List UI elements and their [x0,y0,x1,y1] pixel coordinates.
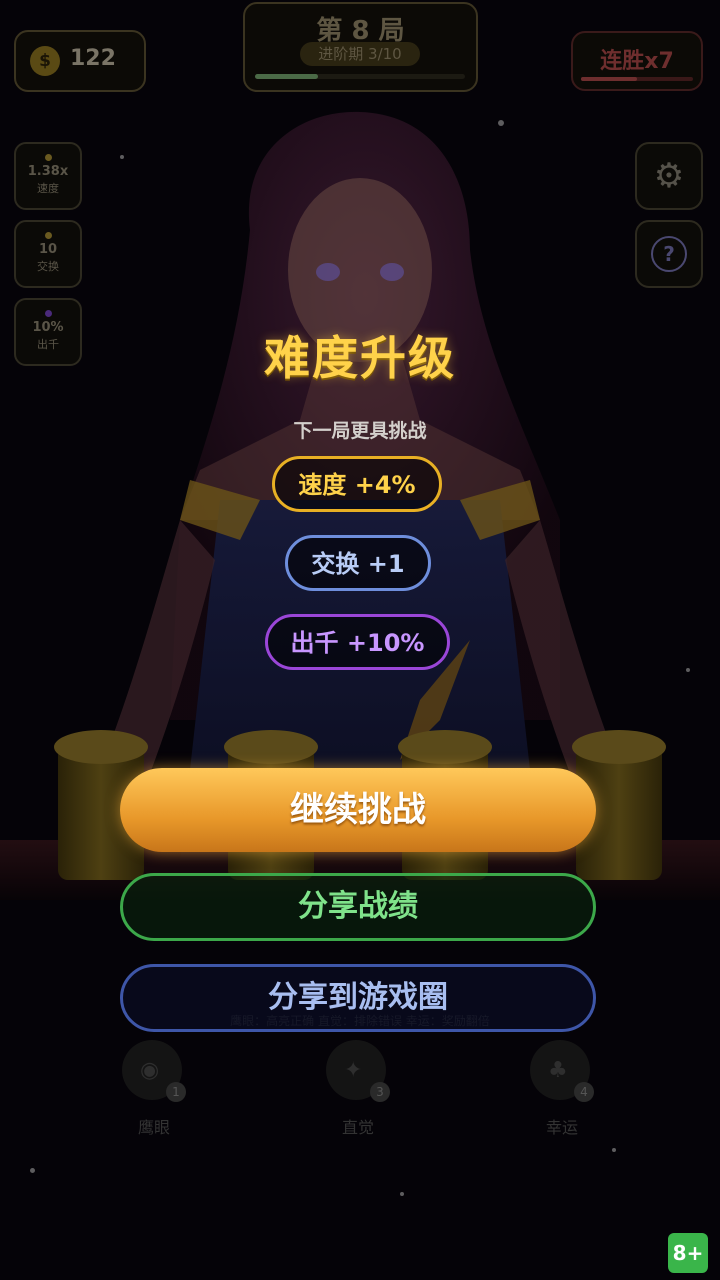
round-indicator: 第 8 局 进阶期 3/10 [243,2,478,92]
skill-count: 1 [166,1082,186,1102]
stat-label: 速度 [37,182,59,195]
star-decoration [30,1168,35,1173]
win-streak: 连胜x7 [571,31,703,91]
intuition-icon: ✦ [344,1058,363,1083]
stat-value: 1.38x [27,164,69,179]
star-decoration [612,1148,616,1152]
eye-icon: ◉ [140,1058,160,1083]
continue-challenge-button[interactable]: 继续挑战 [120,768,596,852]
swap-stat: 10 交换 [14,220,82,288]
skill-name: 鹰眼 [137,1118,170,1137]
share-to-game-circle-button[interactable]: 分享到游戏圈 [120,964,596,1032]
coin-counter: $ 122 [14,30,146,92]
help-button[interactable]: ? [635,220,703,288]
luck-icon: ♣ [548,1058,568,1083]
speed-increase-badge: 速度 +4% [272,456,442,512]
age-rating-badge: 8+ [668,1233,708,1273]
coin-icon: $ [30,46,60,76]
level-up-title: 难度升级 [264,331,456,385]
stat-dot [45,232,52,239]
stat-value: 10 [38,242,58,257]
round-progress-fill [255,74,318,79]
streak-progress-fill [581,77,637,81]
skill-count: 3 [370,1082,390,1102]
round-progress-bar [255,74,465,79]
skill-name: 幸运 [545,1118,578,1137]
skill-count: 4 [574,1082,594,1102]
gear-icon: ⚙ [653,156,685,196]
star-decoration [400,1192,404,1196]
cheat-increase-badge: 出千 +10% [265,614,450,670]
round-stage: 进阶期 3/10 [300,42,420,66]
share-result-button[interactable]: 分享战绩 [120,873,596,941]
streak-text: 连胜x7 [600,49,674,74]
stat-label: 交换 [37,260,59,273]
speed-stat: 1.38x 速度 [14,142,82,210]
level-up-subtitle: 下一局更具挑战 [293,420,427,442]
stat-dot [45,154,52,161]
settings-button[interactable]: ⚙ [635,142,703,210]
help-icon: ? [651,236,687,272]
coin-value: 122 [70,46,116,71]
streak-progress-bar [581,77,693,81]
skill-name: 直觉 [341,1118,374,1137]
stat-dot [45,310,52,317]
swap-increase-badge: 交换 +1 [285,535,431,591]
